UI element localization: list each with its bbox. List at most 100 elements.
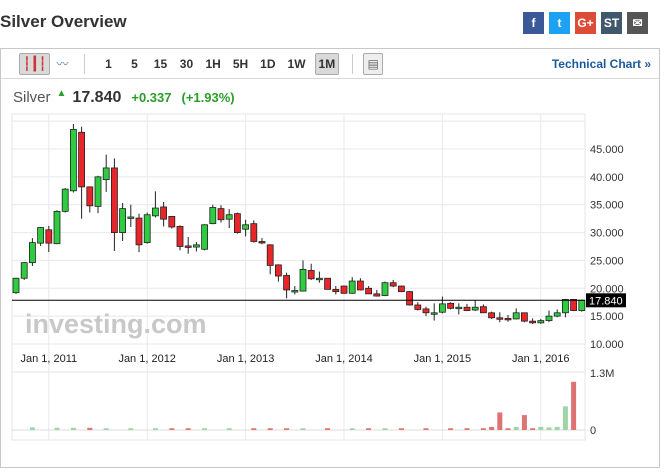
candle-body — [135, 217, 143, 246]
candle-body — [438, 303, 446, 313]
x-tick-label: Jan 1, 2015 — [414, 353, 472, 365]
candle-body — [488, 312, 496, 319]
candle — [488, 311, 496, 319]
volume-bar — [423, 428, 429, 430]
volume-bar — [349, 428, 355, 430]
candle-body — [78, 131, 85, 188]
y-tick-label: 35.000 — [590, 200, 624, 212]
candle-body — [192, 244, 200, 248]
volume-bar — [29, 427, 35, 430]
x-tick-label: Jan 1, 2012 — [118, 353, 176, 365]
candle-body — [45, 229, 53, 244]
candle — [111, 158, 118, 251]
candle-body — [430, 312, 438, 315]
candle-body — [463, 306, 471, 311]
candle — [397, 285, 405, 293]
y-tick-label: 30.000 — [590, 228, 624, 240]
candle — [94, 175, 102, 214]
volume-bar — [505, 428, 511, 430]
candle — [365, 286, 373, 295]
candle — [471, 300, 479, 312]
volume-bar — [325, 428, 331, 430]
candle — [315, 271, 323, 283]
volume-bar — [382, 428, 388, 430]
candle — [430, 303, 438, 321]
candle — [348, 277, 356, 294]
candle-body — [479, 306, 487, 314]
x-tick-label: Jan 1, 2016 — [512, 353, 570, 365]
candle-body — [37, 227, 44, 244]
candle — [201, 224, 209, 251]
candle-body — [61, 188, 69, 212]
volume-bar — [538, 426, 544, 430]
candle — [578, 299, 586, 312]
candle — [266, 244, 274, 275]
candle-body — [356, 280, 364, 291]
candle-body — [521, 312, 528, 322]
candle-body — [471, 306, 479, 311]
candle — [192, 242, 200, 252]
candle — [258, 238, 266, 245]
volume-bar — [185, 428, 191, 430]
volume-bar — [489, 426, 495, 430]
candle — [529, 318, 536, 324]
candle-body — [119, 208, 126, 233]
candle-body — [168, 216, 176, 228]
candle — [102, 154, 110, 192]
candle — [332, 286, 340, 295]
candle-body — [217, 208, 225, 221]
candle — [53, 210, 61, 245]
candle-body — [397, 285, 405, 293]
candle — [135, 213, 143, 253]
candle — [283, 272, 291, 299]
candle-body — [414, 304, 422, 310]
volume-bar — [70, 427, 76, 430]
candle — [406, 291, 414, 306]
candle-body — [233, 213, 241, 233]
candle-body — [422, 308, 430, 314]
candle — [274, 264, 282, 282]
volume-bar — [251, 428, 257, 430]
candle — [340, 285, 348, 294]
candle-body — [332, 288, 340, 293]
volume-bar — [267, 428, 273, 430]
candle-body — [242, 224, 250, 230]
candle — [438, 296, 446, 314]
x-tick-label: Jan 1, 2014 — [315, 353, 373, 365]
candle — [168, 215, 176, 229]
candle-body — [307, 270, 315, 280]
candle — [512, 308, 520, 320]
candle-body — [512, 312, 520, 320]
candle-body — [94, 176, 102, 207]
volume-bar — [513, 426, 519, 430]
candle — [217, 205, 225, 223]
candle-body — [160, 206, 168, 220]
candle-body — [348, 280, 356, 294]
volume-bar — [546, 427, 552, 430]
candle — [176, 225, 184, 251]
y-tick-label: 15.000 — [590, 311, 624, 323]
investing-logo-watermark: investing.com — [25, 309, 207, 339]
candle — [299, 260, 307, 292]
candle — [37, 226, 44, 246]
candle-body — [184, 245, 192, 248]
candle — [20, 262, 28, 280]
volume-bar — [284, 428, 290, 430]
price-chart[interactable]: 10.00015.00020.00025.00030.00035.00040.0… — [0, 0, 664, 472]
candle-body — [12, 277, 20, 294]
volume-bar — [152, 428, 158, 430]
candle — [356, 278, 364, 291]
volume-bar — [169, 428, 175, 430]
candle — [521, 312, 528, 323]
candle — [414, 302, 422, 311]
candle — [447, 302, 455, 310]
candle-body — [553, 312, 561, 317]
candle-body — [291, 290, 299, 293]
candle — [545, 310, 553, 323]
candle — [553, 309, 561, 318]
candle-body — [176, 226, 184, 247]
y-tick-label: 45.000 — [590, 144, 624, 156]
candle-body — [529, 320, 536, 324]
candle — [119, 203, 126, 241]
candle — [45, 225, 53, 253]
